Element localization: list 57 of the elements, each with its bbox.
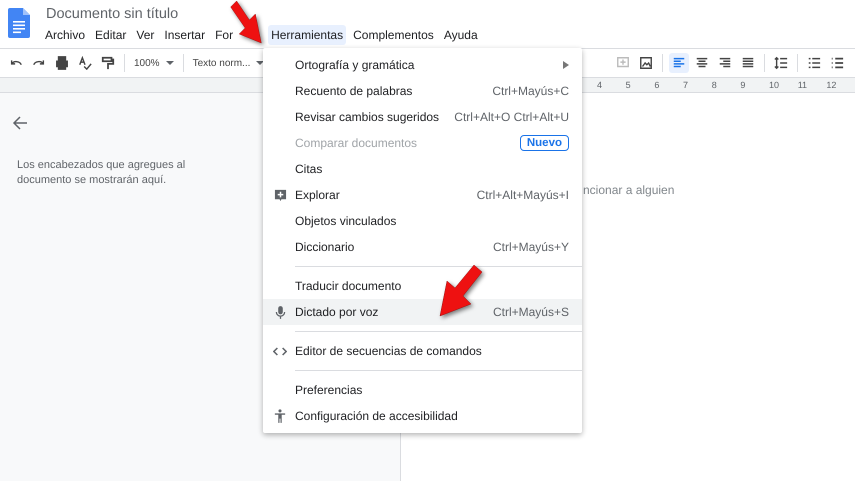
menu-item[interactable]: Ayuda — [440, 25, 481, 45]
ruler-number: 4 — [597, 79, 604, 92]
placeholder-text: ncionar a alguien — [583, 183, 674, 197]
menu-item[interactable]: Herramientas — [268, 25, 346, 45]
menu-option[interactable]: Diccionario Ctrl+Mayús+Y — [263, 234, 582, 260]
menu-option[interactable]: Configuración de accesibilidad — [263, 403, 582, 429]
shortcut-text: Ctrl+Alt+O Ctrl+Alt+U — [454, 110, 569, 124]
menu-option[interactable]: Traducir documento — [263, 273, 582, 299]
menu-option[interactable]: Editor de secuencias de comandos — [263, 338, 582, 364]
shortcut-text: Ctrl+Mayús+C — [492, 84, 569, 98]
align-center-icon[interactable] — [695, 56, 709, 70]
microphone-icon — [274, 304, 286, 320]
align-right-icon[interactable] — [718, 56, 732, 70]
toolbar-dropdown[interactable]: 100% — [131, 56, 177, 70]
back-arrow-icon[interactable] — [12, 115, 28, 131]
menu-option[interactable]: Preferencias — [263, 377, 582, 403]
menu-option[interactable]: Revisar cambios sugeridos Ctrl+Alt+O Ctrl+Alt+U — [263, 104, 582, 130]
outline-message: Los encabezados que agregues al documento se mostrarán aquí. — [17, 158, 186, 188]
shortcut-text: Ctrl+Alt+Mayús+I — [476, 188, 569, 202]
bulleted-icon[interactable] — [830, 56, 844, 70]
caret-icon — [256, 61, 264, 65]
shortcut-text: Ctrl+Mayús+Y — [492, 240, 569, 254]
code-icon — [273, 346, 287, 356]
menu-item[interactable]: Insertar — [161, 25, 208, 45]
menu-item[interactable]: Archivo — [42, 25, 88, 45]
spacing-icon[interactable] — [774, 56, 788, 70]
menu-item[interactable]: Complementos — [350, 25, 437, 45]
ruler-number: 12 — [826, 79, 838, 92]
paint-icon[interactable] — [101, 56, 115, 70]
numbered-icon[interactable] — [807, 56, 821, 70]
image-icon[interactable] — [639, 56, 653, 70]
docs-logo-icon[interactable] — [8, 8, 30, 38]
menu-option[interactable]: Citas — [263, 156, 582, 182]
spellcheck-icon[interactable] — [78, 56, 92, 70]
ruler-number: 9 — [740, 79, 746, 92]
menu-option[interactable]: Dictado por voz Ctrl+Mayús+S — [263, 299, 582, 325]
ruler-number: 8 — [712, 79, 718, 92]
explore-icon — [274, 188, 286, 202]
menu-item[interactable]: Ver — [133, 25, 158, 45]
accessibility-icon — [274, 409, 286, 423]
shortcut-text: Ctrl+Mayús+S — [492, 305, 569, 319]
new-badge: Nuevo — [520, 135, 569, 151]
menu-item[interactable]: Editar — [92, 25, 130, 45]
justify-icon[interactable] — [741, 56, 755, 70]
ruler-number: 7 — [683, 79, 690, 92]
ruler-number: 6 — [654, 79, 660, 92]
menu-option[interactable]: Objetos vinculados — [263, 208, 582, 234]
document-title[interactable]: Documento sin título — [40, 4, 483, 25]
ruler-number: 5 — [626, 79, 632, 92]
menu-option[interactable]: Recuento de palabras Ctrl+Mayús+C — [263, 78, 582, 104]
ruler-number: 11 — [798, 79, 808, 92]
caret-icon — [166, 61, 174, 65]
menu-option[interactable]: Explorar Ctrl+Alt+Mayús+I — [263, 182, 582, 208]
print-icon[interactable] — [55, 56, 69, 70]
menu-item[interactable]: For — [212, 25, 236, 45]
ruler-number: 10 — [769, 79, 780, 92]
align-left-icon[interactable] — [672, 56, 686, 70]
